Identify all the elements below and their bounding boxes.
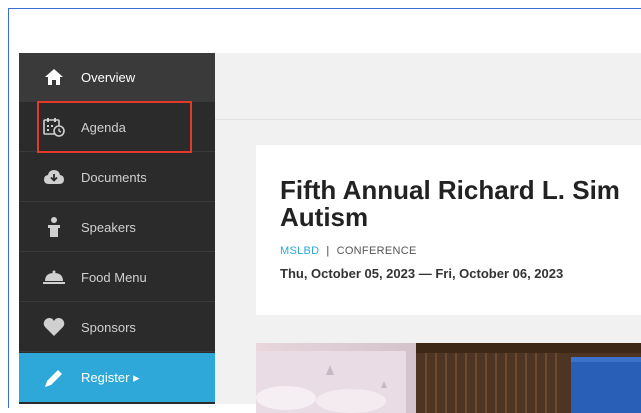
sidebar-item-register[interactable]: Register ▸ (19, 353, 215, 402)
organizer-link[interactable]: MSLBD (280, 245, 319, 257)
event-title: Fifth Annual Richard L. Sim Autism (280, 177, 641, 231)
sidebar-item-food-menu[interactable]: Food Menu (19, 253, 215, 302)
sidebar-item-label: Food Menu (81, 269, 147, 285)
content-header (215, 53, 641, 120)
sidebar-item-label: Overview (81, 69, 136, 85)
event-dates: Thu, October 05, 2023 — Fri, October 06,… (280, 266, 564, 281)
sidebar-item-documents[interactable]: Documents (19, 153, 215, 202)
cloud-download-icon (41, 164, 67, 190)
speaker-podium-icon (41, 214, 67, 240)
main-content: Fifth Annual Richard L. Sim Autism MSLBD… (215, 53, 641, 413)
sidebar-item-label: Sponsors (81, 319, 136, 335)
event-title-line-2: Autism (280, 202, 369, 232)
event-type: CONFERENCE (336, 245, 417, 257)
home-icon (41, 64, 67, 90)
sidebar-item-label: Speakers (81, 219, 136, 235)
sidebar-item-agenda[interactable]: Agenda (19, 103, 215, 152)
sidebar-item-speakers[interactable]: Speakers (19, 203, 215, 252)
meta-separator: | (326, 245, 330, 257)
event-photo (256, 343, 641, 413)
food-cloche-icon (41, 264, 67, 290)
calendar-clock-icon (41, 114, 67, 140)
sidebar: Overview Agenda Documents Speakers Food … (19, 53, 215, 404)
heart-icon (41, 314, 67, 340)
sidebar-item-label: Register ▸ (81, 369, 140, 385)
event-meta: MSLBD | CONFERENCE (280, 245, 417, 257)
sidebar-item-label: Documents (81, 169, 147, 185)
event-card: Fifth Annual Richard L. Sim Autism MSLBD… (256, 145, 641, 315)
event-title-line-1: Fifth Annual Richard L. Sim (280, 175, 620, 205)
pencil-icon (41, 365, 67, 391)
sidebar-item-label: Agenda (81, 119, 126, 135)
sidebar-item-sponsors[interactable]: Sponsors (19, 303, 215, 352)
sidebar-item-overview[interactable]: Overview (19, 53, 215, 102)
